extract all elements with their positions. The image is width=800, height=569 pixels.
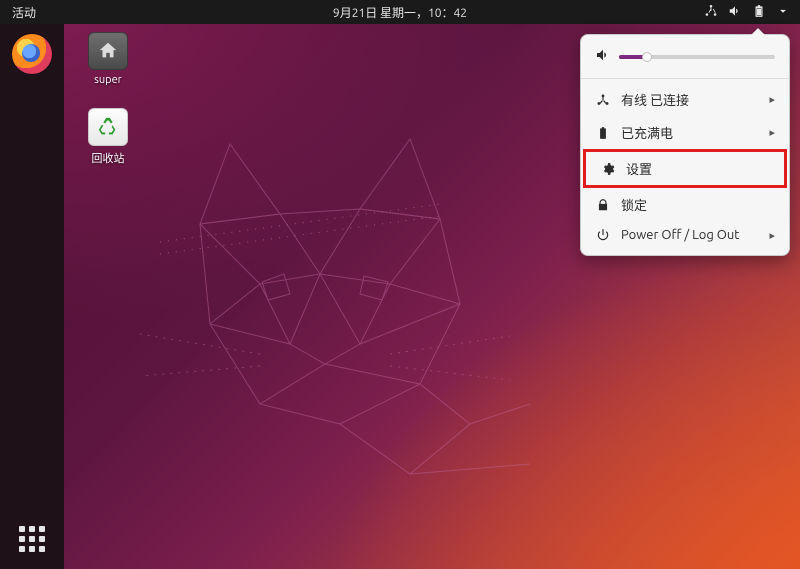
chevron-down-icon: [776, 4, 790, 21]
menu-item-label: 已充满电: [621, 123, 759, 142]
system-status-area[interactable]: [704, 4, 800, 21]
chevron-right-icon: ▸: [769, 229, 775, 242]
menu-item-settings[interactable]: 设置: [586, 152, 784, 185]
volume-icon: [595, 47, 611, 66]
menu-item-power[interactable]: Power Off / Log Out ▸: [581, 221, 789, 249]
wallpaper-art: [110, 104, 570, 504]
system-menu: 有线 已连接 ▸ 已充满电 ▸ 设置 锁定 Power Off / Log Ou…: [580, 34, 790, 256]
recycle-icon: [88, 108, 128, 146]
annotation-highlight: 设置: [583, 149, 787, 188]
desktop-icons: super 回收站: [78, 32, 138, 166]
top-bar: 活动 9月21日 星期一，10：42: [0, 0, 800, 24]
menu-item-network[interactable]: 有线 已连接 ▸: [581, 83, 789, 116]
power-icon: [595, 228, 611, 242]
chevron-right-icon: ▸: [769, 126, 775, 139]
home-folder-label: super: [94, 74, 122, 86]
home-icon: [88, 32, 128, 70]
menu-item-label: 有线 已连接: [621, 90, 759, 109]
firefox-launcher[interactable]: [12, 34, 52, 74]
battery-icon: [752, 4, 766, 21]
menu-separator: [581, 78, 789, 79]
gear-icon: [600, 162, 616, 176]
wired-network-icon: [595, 93, 611, 107]
volume-slider[interactable]: [619, 55, 775, 59]
chevron-right-icon: ▸: [769, 93, 775, 106]
volume-row: [581, 43, 789, 74]
volume-icon: [728, 4, 742, 21]
dock: [0, 24, 64, 569]
show-applications-button[interactable]: [16, 523, 48, 555]
home-folder-icon[interactable]: super: [78, 32, 138, 86]
network-icon: [704, 4, 718, 21]
menu-item-label: 设置: [626, 159, 770, 178]
battery-full-icon: [595, 126, 611, 140]
lock-icon: [595, 198, 611, 212]
trash-label: 回收站: [92, 150, 125, 166]
trash-icon[interactable]: 回收站: [78, 108, 138, 166]
menu-item-battery[interactable]: 已充满电 ▸: [581, 116, 789, 149]
activities-button[interactable]: 活动: [0, 4, 48, 21]
menu-item-label: 锁定: [621, 195, 775, 214]
menu-item-label: Power Off / Log Out: [621, 228, 759, 242]
menu-item-lock[interactable]: 锁定: [581, 188, 789, 221]
clock[interactable]: 9月21日 星期一，10：42: [333, 4, 467, 21]
